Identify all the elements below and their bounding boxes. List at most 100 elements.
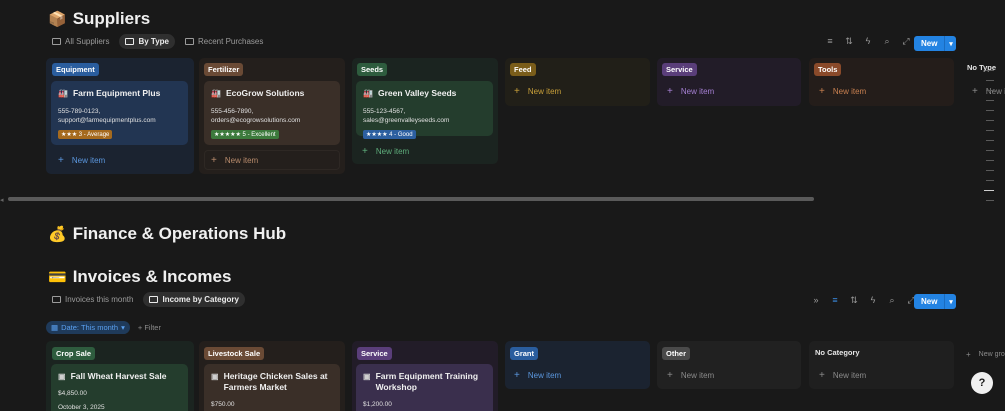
date-filter-chip[interactable]: ▦ Date: This month ▾ — [46, 321, 130, 334]
box-icon: 📦 — [48, 11, 67, 28]
plus-icon: + — [58, 155, 64, 166]
plus-icon: + — [514, 86, 520, 97]
card-date: October 3, 2025 — [58, 404, 105, 411]
filter-chip-label: Date: This month — [61, 323, 119, 332]
tab-all-suppliers[interactable]: All Suppliers — [46, 34, 115, 49]
new-item-button[interactable]: + New item — [362, 146, 409, 157]
rating-badge: ★★★★ 4 - Good — [363, 130, 416, 139]
card-contact-line: support@farmequipmentplus.com — [58, 117, 156, 124]
tab-recent-purchases[interactable]: Recent Purchases — [179, 34, 269, 49]
sort-icon[interactable]: ⇅ — [849, 295, 859, 305]
card-contact-line: orders@ecogrowsolutions.com — [211, 117, 301, 124]
automation-icon[interactable]: ϟ — [863, 36, 873, 46]
chevron-down-icon[interactable]: ▾ — [944, 36, 956, 51]
card-amount: $4,850.00 — [58, 390, 87, 397]
new-item-button[interactable]: + New item — [514, 86, 561, 97]
card-title: Heritage Chicken Sales at Farmers Market — [223, 371, 328, 392]
plus-icon: + — [972, 86, 978, 97]
card-title: Farm Equipment Plus — [72, 88, 161, 98]
column-tag-crop-sale: Crop Sale — [52, 347, 96, 360]
credit-card-icon: 💳 — [48, 269, 67, 286]
double-chevron-icon[interactable]: » — [811, 295, 821, 305]
table-icon — [185, 38, 194, 45]
new-item-button[interactable]: + New item — [819, 370, 866, 381]
card-title: EcoGrow Solutions — [225, 88, 305, 98]
chevron-down-icon[interactable]: ▾ — [944, 294, 956, 309]
tab-label: Invoices this month — [65, 295, 134, 304]
column-tag-livestock-sale: Livestock Sale — [204, 347, 265, 360]
new-label: New — [921, 39, 938, 48]
card-title: Farm Equipment Training Workshop — [375, 371, 479, 392]
tab-by-type[interactable]: By Type — [119, 34, 175, 49]
search-icon[interactable]: ⌕ — [882, 36, 892, 46]
plus-icon: + — [966, 350, 971, 359]
new-item-button[interactable]: + New item — [667, 370, 714, 381]
new-item-label: New item — [680, 371, 715, 380]
page-outline-minimap[interactable] — [980, 70, 996, 210]
column-tag-equipment: Equipment — [52, 63, 99, 76]
table-icon — [52, 296, 61, 303]
receipt-icon: ▣ — [363, 372, 371, 381]
tab-income-by-category[interactable]: Income by Category — [143, 292, 245, 307]
board-icon — [125, 38, 135, 45]
column-tag-other: Other — [662, 347, 691, 360]
hub-title-text: Finance & Operations Hub — [72, 224, 287, 243]
new-item-button[interactable]: + New item — [819, 86, 866, 97]
help-button[interactable]: ? — [971, 372, 993, 394]
supplier-card[interactable]: 🏭 EcoGrow Solutions 555-456-7890, orders@… — [204, 81, 340, 145]
factory-icon: 🏭 — [211, 89, 221, 98]
money-bag-icon: 💰 — [48, 226, 67, 243]
filter-row: ▦ Date: This month ▾ + Filter — [46, 321, 161, 334]
invoices-view-tabs: Invoices this month Income by Category — [46, 292, 245, 307]
sort-icon[interactable]: ⇅ — [844, 36, 854, 46]
column-tag-grant: Grant — [510, 347, 539, 360]
plus-icon: + — [362, 146, 368, 157]
rating-badge: ★★★★★ 5 - Excellent — [211, 130, 279, 139]
new-item-button[interactable]: + New item — [211, 155, 258, 166]
supplier-card[interactable]: 🏭 Farm Equipment Plus 555-789-0123, suppo… — [51, 81, 188, 145]
hub-title: 💰 Finance & Operations Hub — [48, 224, 286, 244]
new-item-label: New item — [375, 147, 410, 156]
new-item-label: New item — [527, 87, 562, 96]
column-tag-service: Service — [357, 347, 392, 360]
search-icon[interactable]: ⌕ — [887, 295, 897, 305]
factory-icon: 🏭 — [363, 89, 373, 98]
add-group-button[interactable]: + New gro — [966, 350, 1005, 359]
automation-icon[interactable]: ϟ — [868, 295, 878, 305]
new-item-label: New item — [527, 371, 562, 380]
filter-icon[interactable]: ≡ — [830, 295, 840, 305]
expand-icon[interactable]: ⤢ — [901, 36, 911, 46]
factory-icon: 🏭 — [58, 89, 68, 98]
column-tag-service: Service — [662, 63, 697, 76]
suppliers-new-button[interactable]: New ▾ — [914, 36, 957, 51]
new-item-button[interactable]: + New item — [58, 155, 105, 166]
suppliers-title: 📦 Suppliers — [48, 9, 150, 29]
add-group-label: New gro — [978, 351, 1005, 358]
new-item-label: New item — [832, 371, 867, 380]
plus-icon: + — [667, 370, 673, 381]
scroll-left-arrow-icon[interactable]: ◂ — [0, 196, 4, 204]
rating-badge: ★★★ 3 - Average — [58, 130, 113, 139]
tab-label: By Type — [138, 37, 169, 46]
plus-icon: + — [819, 86, 825, 97]
new-item-button[interactable]: + New item — [667, 86, 714, 97]
income-card[interactable]: ▣ Farm Equipment Training Workshop $1,200… — [356, 364, 493, 411]
column-tag-feed: Feed — [510, 63, 536, 76]
income-card[interactable]: ▣ Heritage Chicken Sales at Farmers Marke… — [204, 364, 340, 411]
income-card[interactable]: ▣ Fall Wheat Harvest Sale $4,850.00 Octob… — [51, 364, 188, 411]
plus-icon: + — [819, 370, 825, 381]
tab-invoices-this-month[interactable]: Invoices this month — [46, 292, 139, 307]
new-label: New — [921, 297, 938, 306]
card-contact-line: 555-789-0123, — [58, 108, 101, 115]
invoices-new-button[interactable]: New ▾ — [914, 294, 957, 309]
add-filter-button[interactable]: + Filter — [138, 323, 161, 332]
card-amount: $750.00 — [211, 401, 235, 408]
add-filter-label: Filter — [144, 323, 161, 332]
tab-label: Recent Purchases — [198, 37, 264, 46]
suppliers-title-text: Suppliers — [72, 9, 151, 28]
suppliers-view-tabs: All Suppliers By Type Recent Purchases — [46, 34, 269, 49]
new-item-button[interactable]: + New item — [514, 370, 561, 381]
supplier-card[interactable]: 🏭 Green Valley Seeds 555-123-4567, sales@… — [356, 81, 493, 139]
horizontal-scrollbar[interactable] — [8, 197, 814, 201]
filter-icon[interactable]: ≡ — [825, 36, 835, 46]
